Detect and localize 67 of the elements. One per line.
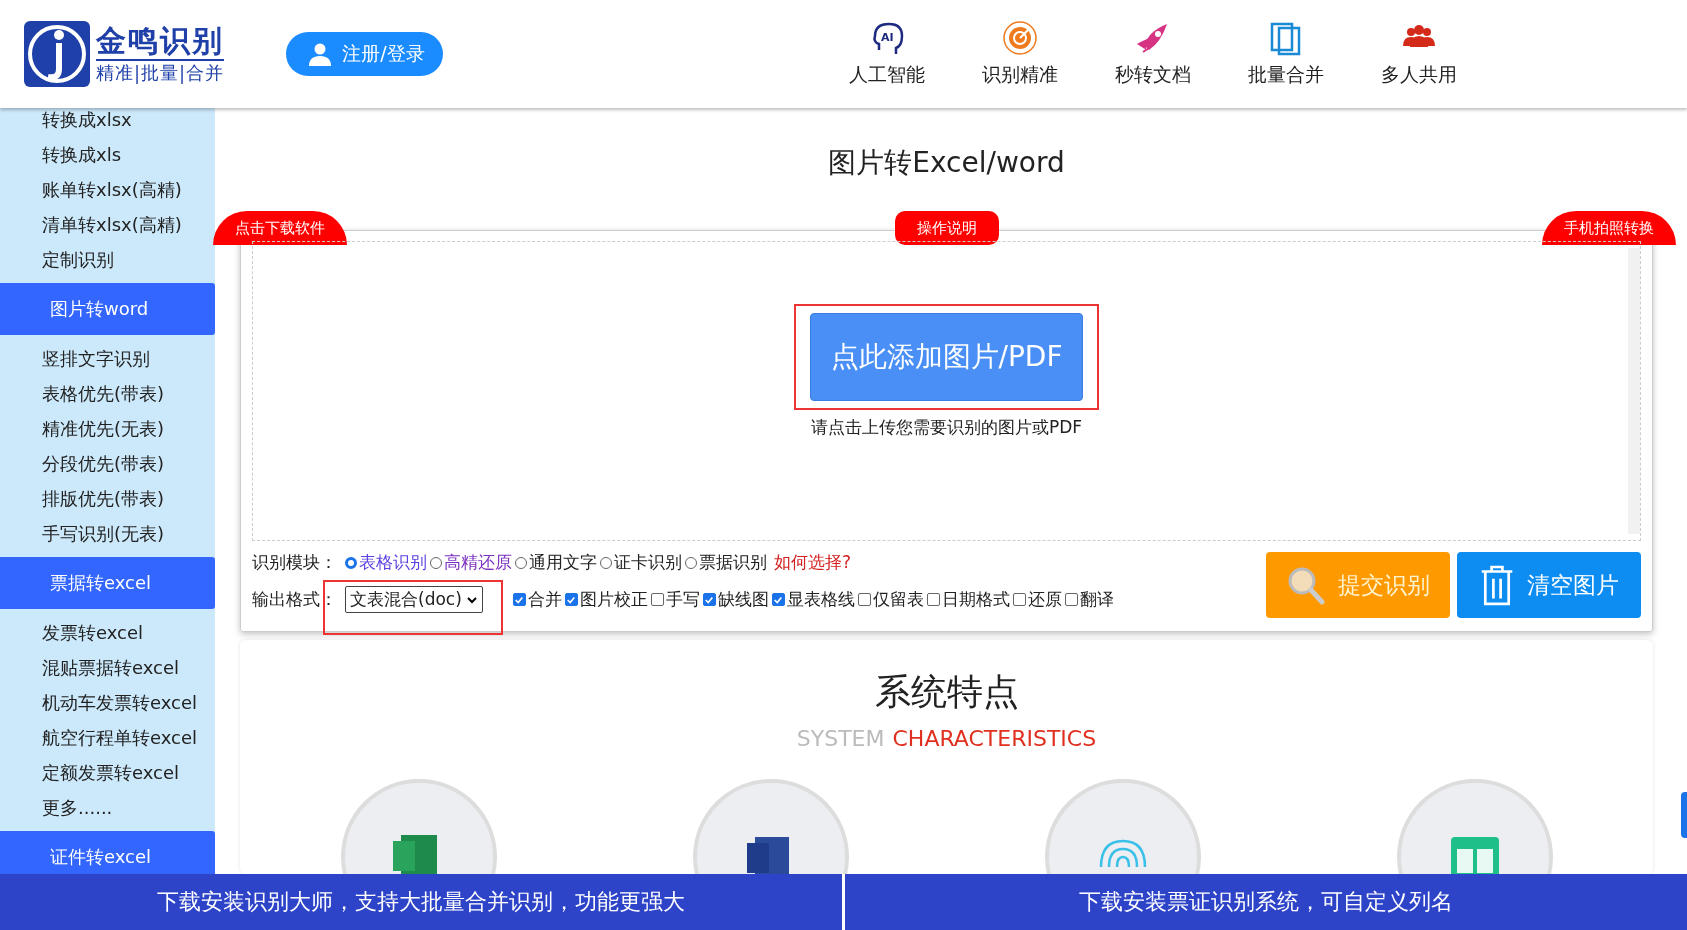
section-title: 系统特点 <box>874 670 1019 714</box>
sidebar-category[interactable]: 证件转excel <box>0 831 215 874</box>
sidebar-link[interactable]: 精准优先(无表) <box>0 411 215 446</box>
sidebar-link[interactable]: 定额发票转excel <box>0 755 215 790</box>
page-title: 图片转Excel/word <box>827 146 1066 180</box>
radio-option[interactable]: 票据识别 <box>685 551 767 574</box>
checkbox-option[interactable]: 还原 <box>1012 588 1062 611</box>
help-link[interactable]: 如何选择? <box>774 551 852 574</box>
checkbox-option[interactable]: 翻译 <box>1064 588 1114 611</box>
target-icon <box>1002 20 1039 56</box>
logo-text: 金鸣识别 <box>96 23 225 61</box>
sidebar-link[interactable]: 竖排文字识别 <box>0 341 215 376</box>
magnifier-icon <box>1286 565 1326 605</box>
checkbox-option[interactable]: 合并 <box>512 588 562 611</box>
radio-option[interactable]: 证卡识别 <box>600 551 682 574</box>
radio-option[interactable]: 高精还原 <box>430 551 512 574</box>
checkmark-icon <box>704 594 715 605</box>
checkbox-option[interactable]: 仅留表 <box>857 588 924 611</box>
sidebar-link[interactable]: 表格优先(带表) <box>0 376 215 411</box>
logo-slogan: 精准|批量|合并 <box>96 61 225 85</box>
nav-link[interactable]: 批量合并 <box>1219 20 1353 88</box>
sidebar-link[interactable]: 发票转excel <box>0 615 215 650</box>
sidebar-link[interactable]: 机动车发票转excel <box>0 685 215 720</box>
nav-link[interactable]: AI 人工智能 <box>820 20 954 88</box>
sidebar-link[interactable]: 转换成xlsx <box>0 108 215 137</box>
checkmark-icon <box>514 594 525 605</box>
sidebar-link[interactable]: 混贴票据转excel <box>0 650 215 685</box>
logo-icon <box>24 21 90 87</box>
sidebar-link[interactable]: 转换成xls <box>0 137 215 172</box>
section-subtitle: SYSTEM <box>796 726 885 751</box>
checkbox-option[interactable]: 手写 <box>650 588 700 611</box>
radio-option[interactable]: 表格识别 <box>345 551 427 574</box>
sidebar-link[interactable]: 分段优先(带表) <box>0 446 215 481</box>
sidebar-link[interactable]: 更多...... <box>0 790 215 825</box>
trash-icon <box>1479 564 1515 606</box>
field-label: 输出格式： <box>252 588 337 611</box>
checkmark-icon <box>773 594 784 605</box>
upload-area[interactable]: 点此添加图片/PDF 请点击上传您需要识别的图片或PDF <box>252 241 1641 541</box>
user-icon <box>308 42 333 66</box>
sidebar-link[interactable]: 账单转xlsx(高精) <box>0 172 215 207</box>
side-tab[interactable] <box>1681 792 1687 838</box>
checkbox-option[interactable]: 图片校正 <box>564 588 648 611</box>
upload-hint: 请点击上传您需要识别的图片或PDF <box>810 416 1083 439</box>
checkmark-icon <box>566 594 577 605</box>
checkbox-option[interactable]: 日期格式 <box>926 588 1010 611</box>
section-subtitle: CHARACTERISTICS <box>892 726 1097 751</box>
sidebar-link[interactable]: 航空行程单转excel <box>0 720 215 755</box>
ribbon-tab[interactable]: 点击下载软件 <box>213 211 347 245</box>
ribbon-tab[interactable]: 手机拍照转换 <box>1542 211 1676 245</box>
format-dropdown[interactable]: 文表混合(doc) <box>345 586 483 613</box>
field-label: 识别模块： <box>252 551 337 574</box>
radio-option[interactable]: 通用文字 <box>515 551 597 574</box>
sidebar-link[interactable]: 清单转xlsx(高精) <box>0 207 215 242</box>
sidebar-link[interactable]: 排版优先(带表) <box>0 481 215 516</box>
sidebar-category[interactable]: 图片转word <box>0 283 215 335</box>
nav-link[interactable]: 识别精准 <box>953 20 1087 88</box>
nav-link[interactable]: 秒转文档 <box>1086 20 1220 88</box>
nav-link[interactable]: 多人共用 <box>1352 20 1486 88</box>
scrollbar[interactable] <box>1628 248 1640 534</box>
sidebar-category[interactable]: 票据转excel <box>0 557 215 609</box>
ribbon-tab[interactable]: 操作说明 <box>894 211 999 245</box>
sidebar-link[interactable]: 定制识别 <box>0 242 215 277</box>
sidebar-link[interactable]: 手写识别(无表) <box>0 516 215 551</box>
checkbox-option[interactable]: 显表格线 <box>771 588 855 611</box>
checkbox-option[interactable]: 缺线图 <box>702 588 769 611</box>
download-link[interactable]: 下载安装识别大师，支持大批量合并识别，功能更强大 <box>0 874 842 930</box>
download-link[interactable]: 下载安装票证识别系统，可自定义列名 <box>842 874 1687 930</box>
